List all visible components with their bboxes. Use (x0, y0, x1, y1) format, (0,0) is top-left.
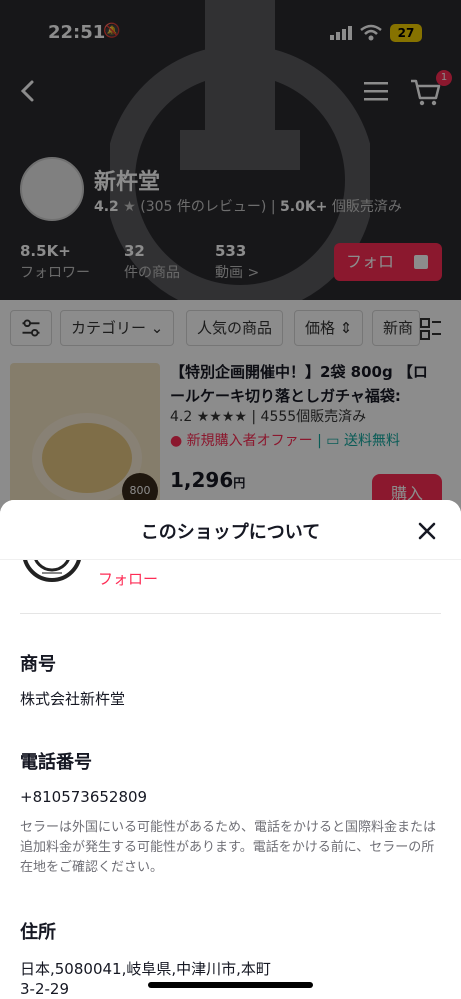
shop-info-sheet: このショップについて フォロー 商号 株式会社新杵堂 電話番号 +8105736… (0, 500, 461, 999)
phone-value[interactable]: +810573652809 (20, 788, 147, 806)
phone-label: 電話番号 (20, 752, 92, 773)
follow-link[interactable]: フォロー (98, 568, 158, 589)
address-label: 住所 (20, 922, 56, 943)
close-icon[interactable] (416, 520, 438, 542)
sheet-header: このショップについて (0, 500, 461, 560)
address-line-1: 日本,5080041,岐阜県,中津川市,本町 (20, 960, 271, 978)
company-label: 商号 (20, 654, 56, 675)
sheet-title: このショップについて (140, 522, 321, 543)
phone-note: セラーは外国にいる可能性があるため、電話をかけると国際料金または追加料金が発生す… (20, 820, 437, 875)
divider (20, 613, 441, 614)
sheet-body[interactable]: フォロー 商号 株式会社新杵堂 電話番号 +810573652809 セラーは外… (0, 532, 461, 999)
address-line-2: 3-2-29 (20, 980, 69, 998)
home-indicator[interactable] (148, 982, 313, 988)
company-value: 株式会社新杵堂 (20, 690, 126, 708)
